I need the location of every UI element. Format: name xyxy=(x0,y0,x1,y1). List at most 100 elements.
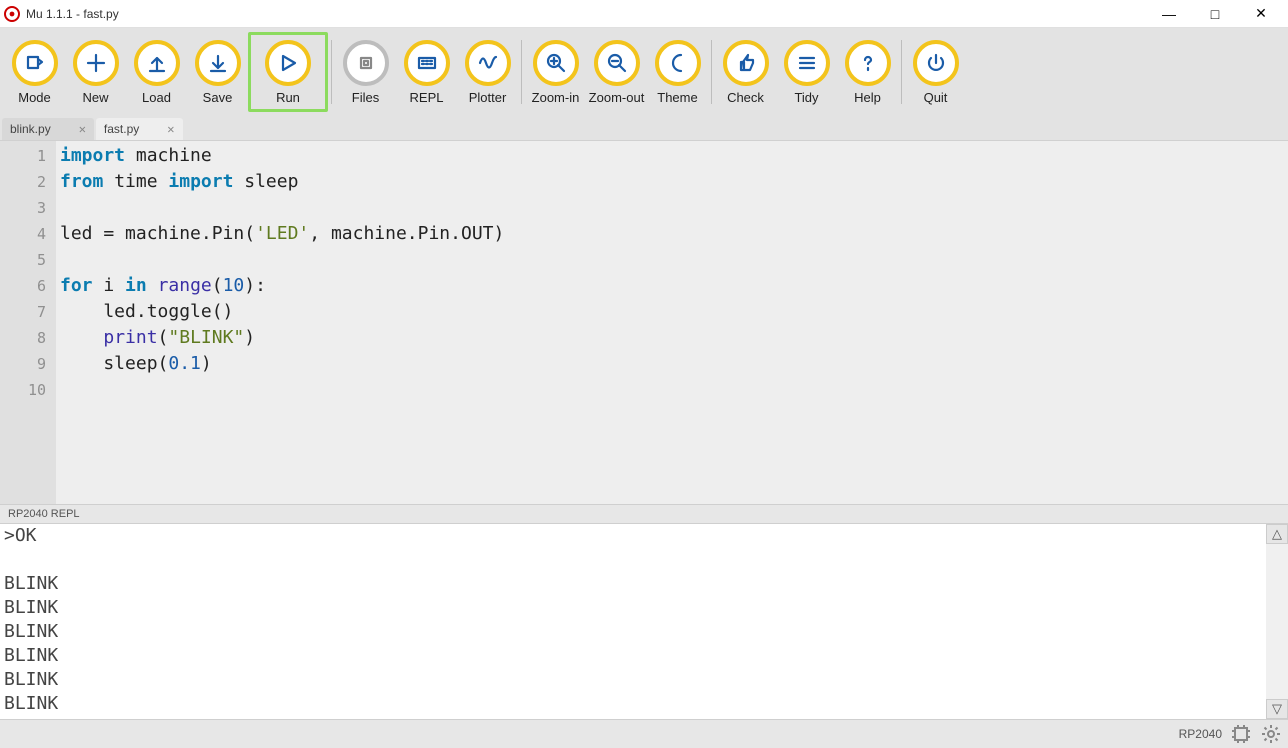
code-line[interactable]: sleep(0.1) xyxy=(60,351,1288,377)
tool-label: Zoom-in xyxy=(532,90,580,105)
repl-line: BLINK xyxy=(4,692,1262,716)
tab-fast-py[interactable]: fast.py ✕ xyxy=(96,118,183,140)
toolbar-divider xyxy=(521,40,522,104)
toolbar: Mode New Load Save Run Files REPL Plotter Zoom-i… xyxy=(0,28,1288,116)
line-number: 3 xyxy=(0,195,46,221)
power-icon xyxy=(913,40,959,86)
zoom-out-button[interactable]: Zoom-out xyxy=(586,32,647,112)
chip-icon[interactable] xyxy=(1230,723,1252,745)
status-mode: RP2040 xyxy=(1179,727,1222,741)
question-icon xyxy=(845,40,891,86)
minimize-button[interactable]: — xyxy=(1146,0,1192,28)
check-button[interactable]: Check xyxy=(715,32,776,112)
tool-label: Plotter xyxy=(469,90,507,105)
repl-line: >OK xyxy=(4,524,1262,548)
app-icon xyxy=(4,6,20,22)
repl-output[interactable]: >OK BLINKBLINKBLINKBLINKBLINKBLINKBLINK xyxy=(0,524,1266,719)
repl-scrollbar[interactable]: △ ▽ xyxy=(1266,524,1288,719)
play-icon xyxy=(265,40,311,86)
line-number: 7 xyxy=(0,299,46,325)
tab-blink-py[interactable]: blink.py✕ xyxy=(2,118,94,140)
code-line[interactable] xyxy=(60,195,1288,221)
mode-button[interactable]: Mode xyxy=(4,32,65,112)
tool-label: Mode xyxy=(18,90,51,105)
code-line[interactable]: import machine xyxy=(60,143,1288,169)
tool-label: Theme xyxy=(657,90,697,105)
load-button[interactable]: Load xyxy=(126,32,187,112)
keyboard-icon xyxy=(404,40,450,86)
editor: 12345678910 import machinefrom time impo… xyxy=(0,140,1288,504)
files-button[interactable]: Files xyxy=(335,32,396,112)
quit-button[interactable]: Quit xyxy=(905,32,966,112)
tool-label: Load xyxy=(142,90,171,105)
repl-pane: >OK BLINKBLINKBLINKBLINKBLINKBLINKBLINK … xyxy=(0,524,1288,720)
maximize-button[interactable]: □ xyxy=(1192,0,1238,28)
zoom-in-button[interactable]: Zoom-in xyxy=(525,32,586,112)
tidy-button[interactable]: Tidy xyxy=(776,32,837,112)
plus-icon xyxy=(73,40,119,86)
close-icon[interactable]: ✕ xyxy=(167,122,174,136)
statusbar: RP2040 xyxy=(0,720,1288,748)
gear-icon[interactable] xyxy=(1260,723,1282,745)
repl-line: BLINK xyxy=(4,716,1262,719)
tabs: blink.py✕ fast.py ✕ xyxy=(0,116,1288,140)
code-line[interactable] xyxy=(60,377,1288,403)
mode-icon xyxy=(12,40,58,86)
repl-line xyxy=(4,548,1262,572)
line-number: 8 xyxy=(0,325,46,351)
line-number: 6 xyxy=(0,273,46,299)
repl-line: BLINK xyxy=(4,572,1262,596)
repl-line: BLINK xyxy=(4,644,1262,668)
tab-label: fast.py xyxy=(104,122,139,136)
scroll-down-icon[interactable]: ▽ xyxy=(1266,699,1288,719)
repl-line: BLINK xyxy=(4,668,1262,692)
code-line[interactable] xyxy=(60,247,1288,273)
tool-label: Run xyxy=(276,90,300,105)
code-line[interactable]: for i in range(10): xyxy=(60,273,1288,299)
repl-title: RP2040 REPL xyxy=(0,504,1288,524)
code-line[interactable]: print("BLINK") xyxy=(60,325,1288,351)
repl-line: BLINK xyxy=(4,596,1262,620)
run-button[interactable]: Run xyxy=(248,32,328,112)
window-title: Mu 1.1.1 - fast.py xyxy=(26,7,119,21)
line-number: 9 xyxy=(0,351,46,377)
lines-icon xyxy=(784,40,830,86)
moon-icon xyxy=(655,40,701,86)
save-button[interactable]: Save xyxy=(187,32,248,112)
tool-label: Save xyxy=(203,90,233,105)
thumb-icon xyxy=(723,40,769,86)
theme-button[interactable]: Theme xyxy=(647,32,708,112)
code-line[interactable]: from time import sleep xyxy=(60,169,1288,195)
repl-line: BLINK xyxy=(4,620,1262,644)
window-controls: — □ ✕ xyxy=(1146,0,1284,28)
code-line[interactable]: led = machine.Pin('LED', machine.Pin.OUT… xyxy=(60,221,1288,247)
toolbar-divider xyxy=(331,40,332,104)
close-icon[interactable]: ✕ xyxy=(79,122,86,136)
titlebar: Mu 1.1.1 - fast.py — □ ✕ xyxy=(0,0,1288,28)
upload-icon xyxy=(134,40,180,86)
plotter-button[interactable]: Plotter xyxy=(457,32,518,112)
line-number: 4 xyxy=(0,221,46,247)
toolbar-divider xyxy=(901,40,902,104)
tool-label: Tidy xyxy=(794,90,818,105)
line-number: 1 xyxy=(0,143,46,169)
line-number: 5 xyxy=(0,247,46,273)
tool-label: Help xyxy=(854,90,881,105)
repl-button[interactable]: REPL xyxy=(396,32,457,112)
scroll-up-icon[interactable]: △ xyxy=(1266,524,1288,544)
close-window-button[interactable]: ✕ xyxy=(1238,0,1284,28)
download-icon xyxy=(195,40,241,86)
tool-label: Zoom-out xyxy=(589,90,645,105)
code-line[interactable]: led.toggle() xyxy=(60,299,1288,325)
line-number: 10 xyxy=(0,377,46,403)
tool-label: New xyxy=(82,90,108,105)
tool-label: Quit xyxy=(924,90,948,105)
toolbar-divider xyxy=(711,40,712,104)
line-gutter: 12345678910 xyxy=(0,141,56,504)
chip-icon xyxy=(343,40,389,86)
tool-label: REPL xyxy=(410,90,444,105)
new-button[interactable]: New xyxy=(65,32,126,112)
help-button[interactable]: Help xyxy=(837,32,898,112)
zoom-out-icon xyxy=(594,40,640,86)
code-area[interactable]: import machinefrom time import sleep led… xyxy=(56,141,1288,504)
